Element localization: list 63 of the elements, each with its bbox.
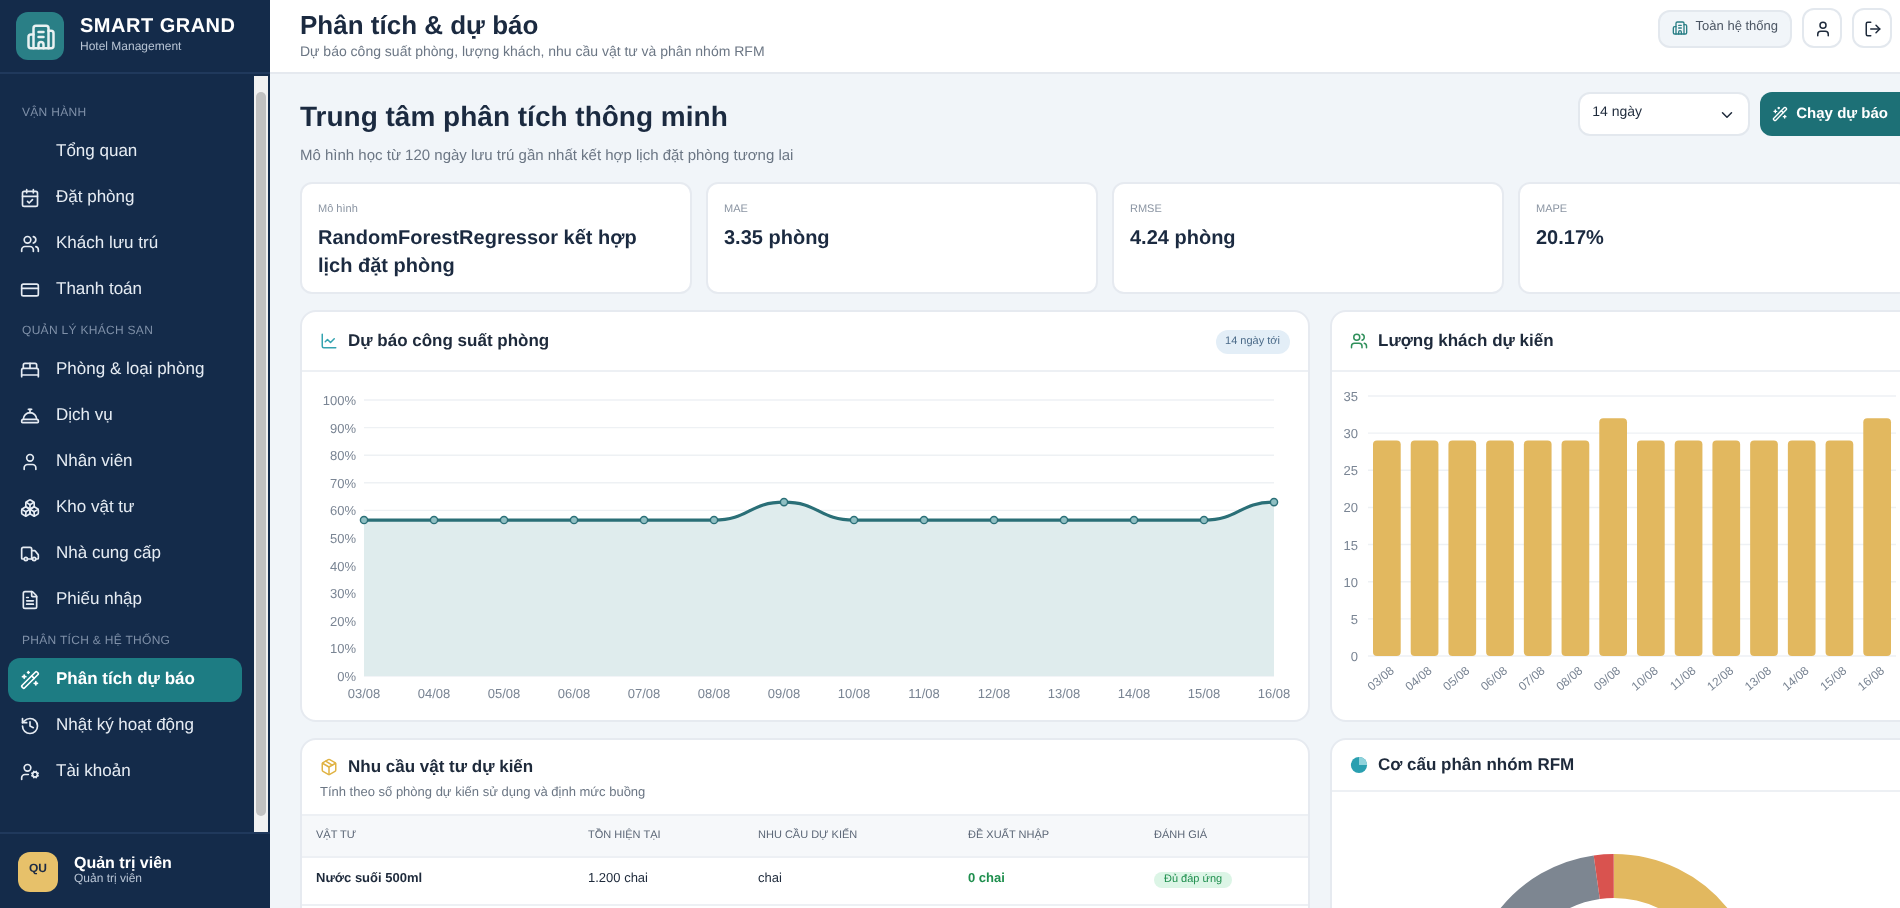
data-point xyxy=(1129,516,1139,525)
sidebar-item[interactable]: Phân tích dự báo xyxy=(8,657,242,701)
user-icon xyxy=(1813,19,1831,37)
sidebar-item[interactable]: Khách lưu trú xyxy=(8,221,242,265)
sidebar-item[interactable]: Nhà cung cấp xyxy=(8,531,242,575)
bed-icon xyxy=(20,359,40,379)
data-point xyxy=(849,516,859,525)
user-name: Quản trị viên xyxy=(74,853,172,873)
data-point xyxy=(639,516,649,525)
sidebar-item[interactable]: Dịch vụ xyxy=(8,393,242,437)
metric-value: RandomForestRegressor kết hợp lịch đặt phòng xyxy=(318,225,639,281)
hotel-logo-icon xyxy=(16,12,64,60)
data-point xyxy=(569,516,579,525)
boxes-icon xyxy=(20,497,40,517)
sidebar-item[interactable]: Thanh toán xyxy=(8,267,242,311)
data-point xyxy=(989,516,999,525)
sidebar-item[interactable]: Kho vật tư xyxy=(8,485,242,529)
card-title: Lượng khách dự kiến xyxy=(1378,328,1554,355)
sidebar-item[interactable]: Tổng quan xyxy=(8,129,242,173)
sidebar-item[interactable]: Tài khoản xyxy=(8,749,242,793)
wand-icon xyxy=(1772,106,1789,122)
pie-chart-icon xyxy=(1350,756,1368,775)
history-icon xyxy=(20,715,40,735)
data-point xyxy=(359,516,369,525)
data-point xyxy=(429,516,439,525)
building-icon xyxy=(1671,20,1688,36)
logout-icon xyxy=(1863,19,1881,37)
card-title: Nhu cầu vật tư dự kiến xyxy=(348,754,534,780)
metric-value: 3.35 phòng xyxy=(724,225,832,253)
card-title: Dự báo công suất phòng xyxy=(348,328,550,355)
data-point xyxy=(499,516,509,525)
person-icon xyxy=(20,451,40,471)
calendar-icon xyxy=(20,187,40,207)
data-point xyxy=(1269,498,1279,507)
sidebar-item[interactable]: Đặt phòng xyxy=(8,175,242,219)
data-point xyxy=(779,498,789,507)
user-settings-icon xyxy=(20,761,40,781)
logout-button[interactable] xyxy=(1852,8,1892,48)
data-point xyxy=(709,516,719,525)
wand-icon xyxy=(20,669,40,689)
page-title: Phân tích & dự báo xyxy=(300,9,541,42)
data-point xyxy=(1199,516,1209,525)
brand-name: SMART GRAND xyxy=(80,16,236,41)
data-point xyxy=(919,516,929,525)
section-title: Trung tâm phân tích thông minh xyxy=(300,98,730,136)
line-chart-icon xyxy=(320,332,338,351)
truck-icon xyxy=(20,543,40,563)
sidebar-item[interactable]: Nhân viên xyxy=(8,439,242,483)
metric-value: 20.17% xyxy=(1536,225,1606,253)
card-title: Cơ cấu phân nhóm RFM xyxy=(1378,752,1575,779)
sidebar-scrollbar[interactable] xyxy=(254,76,268,832)
users-icon xyxy=(1350,332,1368,351)
box-icon xyxy=(320,758,338,777)
document-icon xyxy=(20,589,40,609)
bell-icon xyxy=(20,405,40,425)
sidebar-item[interactable]: Nhật ký hoạt động xyxy=(8,703,242,747)
user-button[interactable] xyxy=(1802,8,1842,48)
card-icon xyxy=(20,279,40,299)
data-point xyxy=(1059,516,1069,525)
users-icon xyxy=(20,233,40,253)
metric-value: 4.24 phòng xyxy=(1130,225,1238,253)
sidebar-item[interactable]: Phiếu nhập xyxy=(8,577,242,621)
sidebar-item[interactable]: Phòng & loại phòng xyxy=(8,347,242,391)
